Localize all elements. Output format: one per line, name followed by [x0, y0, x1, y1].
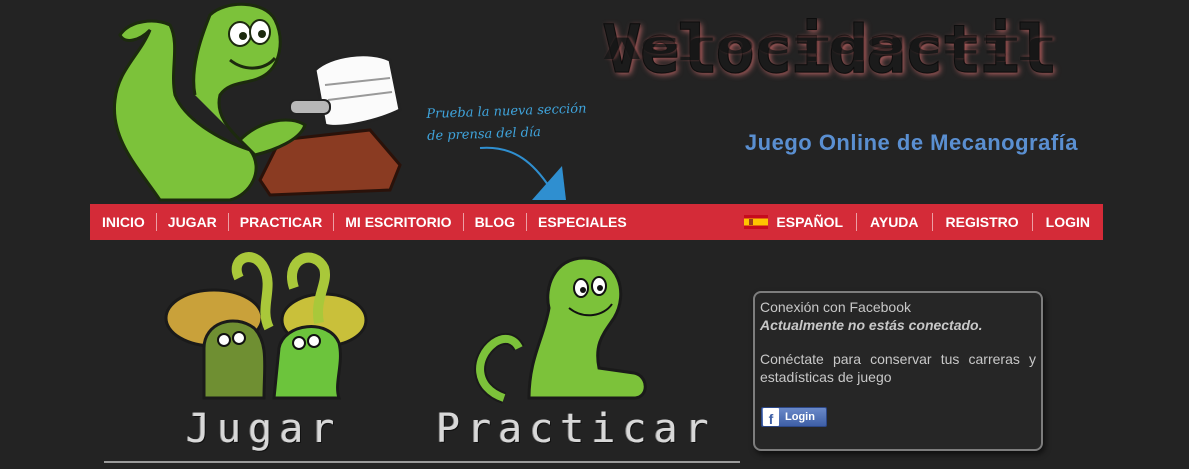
facebook-panel-title: Conexión con Facebook: [760, 299, 911, 315]
game-mode-tiles: Jugar Practicar: [104, 248, 740, 469]
facebook-panel-message: Conéctate para conservar tus carreras y …: [760, 351, 1036, 385]
nav-ayuda[interactable]: AYUDA: [857, 213, 933, 231]
site-subtitle: Juego Online de Mecanografía: [744, 130, 1078, 155]
nav-inicio[interactable]: INICIO: [91, 213, 157, 231]
nav-practicar[interactable]: PRACTICAR: [229, 213, 335, 231]
typing-dinosaur-logo[interactable]: [100, 0, 410, 204]
arrow-icon: [479, 146, 566, 200]
nav-especiales[interactable]: ESPECIALES: [527, 213, 638, 231]
facebook-connection-panel: Conexión con Facebook Actualmente no est…: [753, 291, 1043, 451]
dinosaur-icon: [474, 256, 647, 404]
jugar-label: Jugar: [186, 406, 342, 452]
spain-flag-icon: [744, 215, 769, 229]
facebook-f-icon: f: [763, 408, 779, 426]
language-selector[interactable]: ESPAÑOL: [731, 213, 858, 231]
nav-jugar[interactable]: JUGAR: [157, 213, 229, 231]
language-label: ESPAÑOL: [776, 214, 844, 230]
dinosaur-group-icon: [164, 252, 368, 400]
header: Prueba la nueva sección de prensa del dí…: [0, 0, 1189, 204]
practicar-tile[interactable]: Practicar: [434, 248, 724, 458]
site-title-reflection: Velocidactil: [602, 33, 1055, 62]
nav-blog[interactable]: BLOG: [464, 213, 528, 231]
facebook-login-label: Login: [785, 411, 815, 423]
nav-login[interactable]: LOGIN: [1033, 213, 1103, 231]
practicar-label: Practicar: [436, 406, 716, 452]
divider: [104, 461, 740, 463]
facebook-login-button[interactable]: f Login: [761, 407, 827, 427]
jugar-tile[interactable]: Jugar: [154, 248, 374, 458]
nav-registro[interactable]: REGISTRO: [933, 213, 1033, 231]
facebook-connection-status: Actualmente no estás conectado.: [760, 317, 983, 333]
nav-mi-escritorio[interactable]: MI ESCRITORIO: [334, 213, 464, 231]
main-navigation: INICIO JUGAR PRACTICAR MI ESCRITORIO BLO…: [90, 204, 1103, 240]
